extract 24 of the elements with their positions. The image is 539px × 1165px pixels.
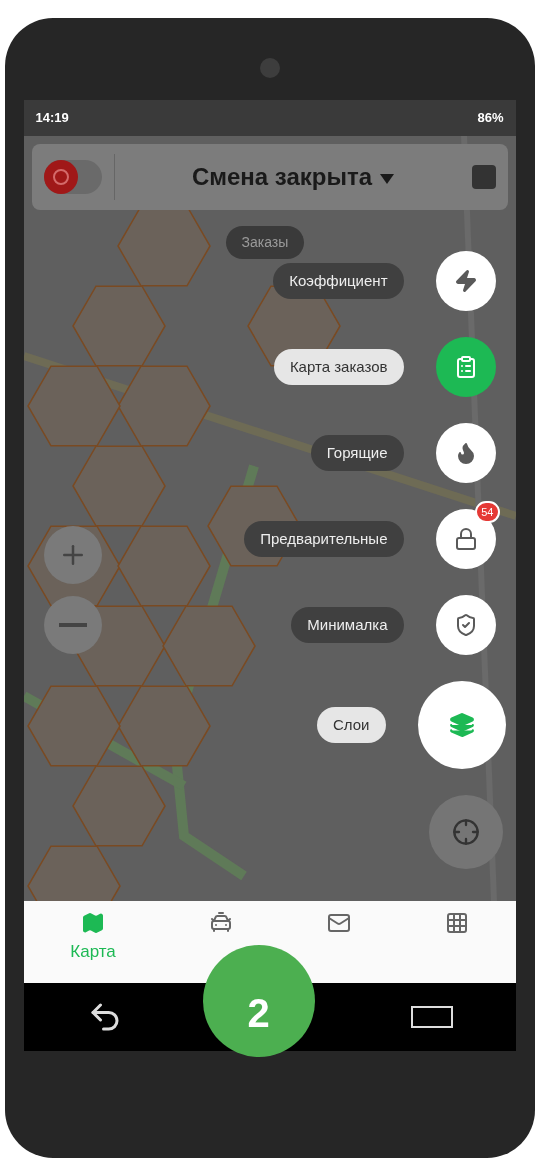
caret-icon [380,173,395,184]
action-label: Минималка [291,606,404,644]
bolt-icon [453,269,478,293]
action-label: Коэффициент [273,262,404,300]
crosshair-icon [451,818,480,846]
action-label: Предварительные [244,520,404,558]
shift-status-dropdown[interactable]: Смена закрыта [126,159,460,195]
notification-badge: 54 [475,501,500,523]
map-icon [81,911,106,935]
nav-tab[interactable] [327,911,352,935]
lock-icon [453,527,478,551]
camera-icon [259,58,280,78]
grid-icon [444,911,469,935]
recents-icon[interactable] [410,1006,453,1028]
taxi-icon [209,911,234,935]
mail-icon [327,911,352,935]
nav-tab[interactable] [209,911,234,935]
minus-icon [58,623,87,627]
clock: 14:19 [35,109,69,128]
shift-toggle[interactable] [43,160,102,194]
battery-level: 86% [477,109,504,128]
nav-tab[interactable]: Карта [70,911,116,965]
nav-tab[interactable] [444,911,469,935]
layers-icon [448,712,475,738]
